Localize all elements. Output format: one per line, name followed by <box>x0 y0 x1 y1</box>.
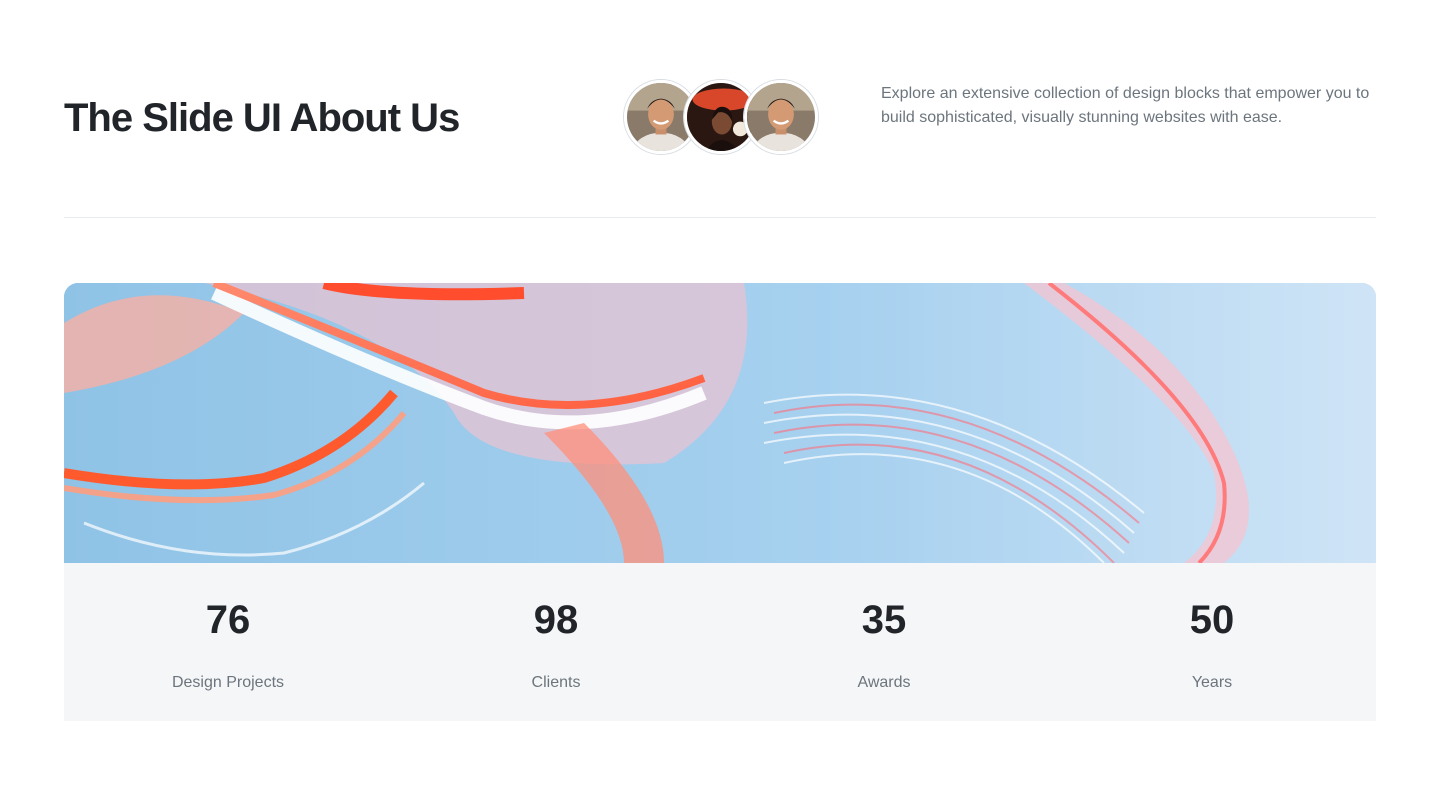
stat-label: Awards <box>857 674 911 691</box>
stat-value: 50 <box>1189 598 1235 642</box>
avatar <box>744 80 818 154</box>
stat-value: 98 <box>533 598 579 642</box>
abstract-glass-ribbons-image <box>64 283 1376 563</box>
stat-label: Years <box>1191 674 1233 691</box>
stat-value: 35 <box>861 598 907 642</box>
stat-clients: 98 Clients <box>392 563 720 721</box>
stat-value: 76 <box>205 598 251 642</box>
hero-banner-image <box>64 283 1376 563</box>
about-description: Explore an extensive collection of desig… <box>881 85 1370 126</box>
stats-section: 76 Design Projects 98 Clients 35 Awards … <box>64 563 1376 721</box>
avatar-group <box>624 80 818 154</box>
stat-design-projects: 76 Design Projects <box>64 563 392 721</box>
stat-awards: 35 Awards <box>720 563 1048 721</box>
stat-label: Design Projects <box>171 674 285 691</box>
stat-years: 50 Years <box>1048 563 1376 721</box>
man-portrait-image <box>747 83 815 151</box>
section-divider <box>64 217 1376 218</box>
page-title: The Slide UI About Us <box>64 96 460 140</box>
about-header: The Slide UI About Us Explore an extensi… <box>64 80 1376 160</box>
stat-label: Clients <box>531 674 581 691</box>
